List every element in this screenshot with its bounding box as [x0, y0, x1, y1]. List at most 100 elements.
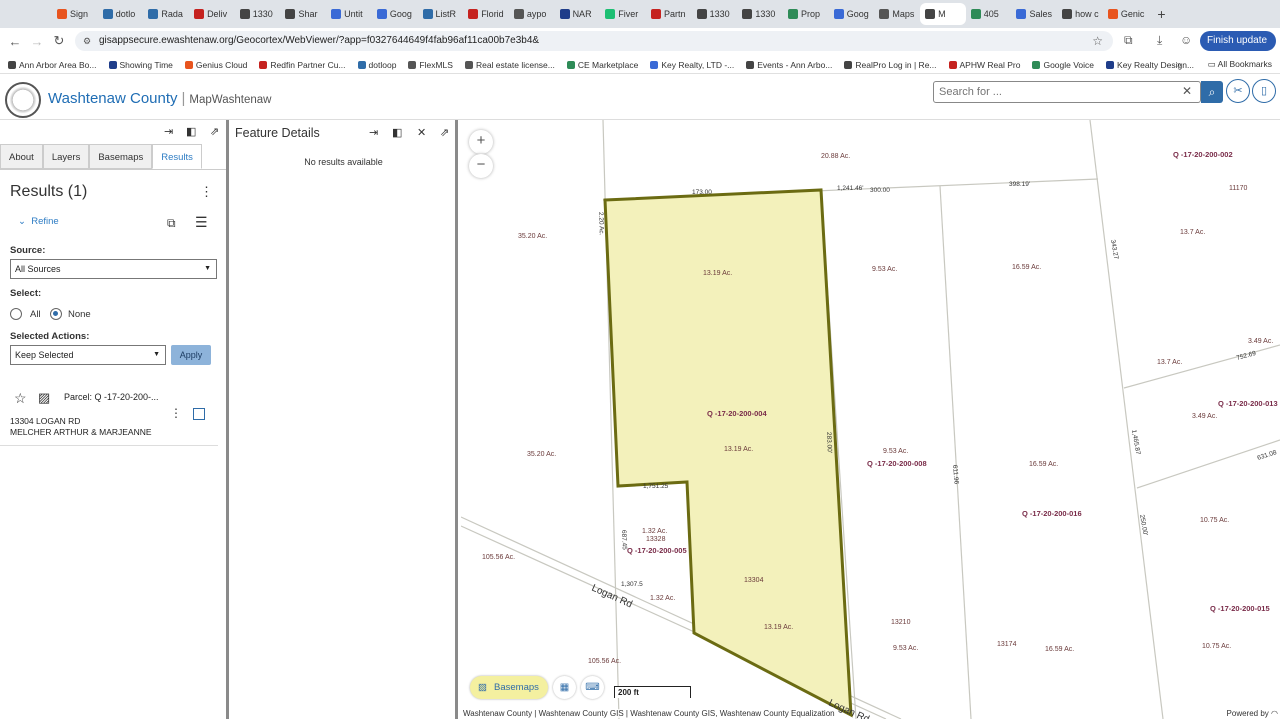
- tab-label: Goog: [846, 9, 869, 19]
- browser-tab[interactable]: 1330: [235, 3, 281, 25]
- browser-tab[interactable]: Deliv: [189, 3, 235, 25]
- bookmark-item[interactable]: Google Voice: [1032, 60, 1094, 70]
- close-icon[interactable]: ✕: [417, 126, 426, 139]
- bookmark-item[interactable]: APHW Real Pro: [948, 60, 1020, 70]
- acreage-label: 16.59 Ac.: [1012, 264, 1041, 271]
- search-button[interactable]: ⌕: [1201, 81, 1223, 103]
- split-view-icon[interactable]: ◧: [186, 125, 196, 138]
- bookmark-item[interactable]: FlexMLS: [408, 60, 453, 70]
- bookmark-item[interactable]: dotloop: [357, 60, 396, 70]
- map-view[interactable]: 20.88 Ac. Q -17-20-200-002 11170 13.7 Ac. 35…: [461, 120, 1280, 719]
- browser-tab[interactable]: Sign: [52, 3, 98, 25]
- select-none-radio[interactable]: [50, 308, 62, 320]
- layers-3d-button[interactable]: ▦: [553, 676, 576, 699]
- bookmark-label: Showing Time: [119, 59, 173, 70]
- result-title[interactable]: Parcel: Q -17-20-200-...: [64, 392, 159, 402]
- acreage-label: 16.59 Ac.: [1045, 646, 1074, 653]
- select-all-radio[interactable]: [10, 308, 22, 320]
- basemaps-button[interactable]: ▨ Basemaps: [470, 676, 548, 699]
- tab-label: Fiver: [618, 9, 639, 19]
- browser-tab[interactable]: ListR: [418, 3, 464, 25]
- dimension-label: 1,307.5: [621, 581, 643, 588]
- browser-tab[interactable]: Florid: [463, 3, 509, 25]
- bookmark-item[interactable]: Key Realty, LTD -...: [650, 60, 734, 70]
- result-checkbox[interactable]: [193, 408, 205, 420]
- browser-tab[interactable]: Untit: [326, 3, 372, 25]
- tab-layers[interactable]: Layers: [42, 144, 90, 169]
- site-info-icon[interactable]: ⚙: [83, 31, 91, 51]
- bookmark-item[interactable]: Genius Cloud: [184, 60, 247, 70]
- bookmark-item[interactable]: Redfin Partner Cu...: [259, 60, 346, 70]
- clear-search-icon[interactable]: ✕: [1182, 84, 1192, 98]
- browser-tab[interactable]: how c: [1057, 3, 1103, 25]
- panel-icon: ▯: [1260, 85, 1268, 97]
- split-view-icon[interactable]: ◧: [392, 126, 402, 139]
- browser-tab[interactable]: NAR: [555, 3, 601, 25]
- tab-basemaps[interactable]: Basemaps: [89, 144, 153, 169]
- tab-about[interactable]: About: [0, 144, 43, 169]
- copy-results-icon[interactable]: ⧉: [167, 216, 176, 231]
- zoom-out-button[interactable]: −: [469, 154, 493, 178]
- bookmark-item[interactable]: CE Marketplace: [566, 60, 638, 70]
- popout-icon[interactable]: ⇗: [210, 125, 219, 138]
- extensions-icon[interactable]: ⧉: [1124, 33, 1133, 48]
- keyboard-button[interactable]: ⌨: [581, 676, 604, 699]
- bookmark-item[interactable]: Showing Time: [108, 59, 173, 70]
- reload-icon[interactable]: ↻: [48, 33, 70, 49]
- download-icon[interactable]: ⤓: [1157, 33, 1162, 48]
- acreage-label: 9.53 Ac.: [872, 266, 897, 273]
- new-tab-button[interactable]: +: [1153, 6, 1171, 22]
- tab-results[interactable]: Results: [152, 144, 202, 169]
- address-bar[interactable]: ⚙ gisappsecure.ewashtenaw.org/Geocortex/…: [75, 31, 1113, 51]
- browser-tab[interactable]: Sales: [1011, 3, 1057, 25]
- result-item[interactable]: ☆ ▨ Parcel: Q -17-20-200-... 13304 LOGAN…: [0, 388, 218, 446]
- bookmark-item[interactable]: RealPro Log in | Re...: [844, 60, 937, 70]
- dock-left-icon[interactable]: ⇥: [164, 125, 173, 138]
- tools-button[interactable]: ✂: [1226, 79, 1250, 103]
- browser-tab[interactable]: Rada: [143, 3, 189, 25]
- menu-button[interactable]: ▯: [1252, 79, 1276, 103]
- result-menu-icon[interactable]: ⋮: [170, 406, 182, 420]
- buildings-icon: ▦: [559, 682, 570, 693]
- browser-tab[interactable]: 405: [966, 3, 1012, 25]
- zoom-in-button[interactable]: +: [469, 130, 493, 154]
- profile-icon[interactable]: ☺: [1180, 33, 1192, 47]
- tab-label: 405: [983, 9, 999, 19]
- browser-tab[interactable]: Shar: [280, 3, 326, 25]
- search-icon: ⌕: [1208, 85, 1216, 99]
- bookmark-item[interactable]: Ann Arbor Area Bo...: [8, 60, 97, 70]
- list-view-icon[interactable]: ☰: [195, 214, 208, 231]
- search-input[interactable]: [933, 81, 1201, 103]
- bookmark-star-icon[interactable]: ☆: [1092, 31, 1103, 51]
- finish-update-button[interactable]: Finish update ⋮: [1200, 31, 1276, 66]
- map-canvas[interactable]: 20.88 Ac. Q -17-20-200-002 11170 13.7 Ac. 35…: [461, 120, 1280, 719]
- tab-label: 1330: [755, 9, 776, 19]
- browser-tab[interactable]: Fiver: [600, 3, 646, 25]
- apply-button[interactable]: Apply: [171, 345, 211, 365]
- results-menu-icon[interactable]: ⋮: [200, 184, 213, 200]
- browser-tab[interactable]: Genic: [1103, 3, 1149, 25]
- back-icon[interactable]: ←: [4, 34, 26, 49]
- browser-tab[interactable]: aypo: [509, 3, 555, 25]
- all-bookmarks[interactable]: ▭ All Bookmarks: [1208, 59, 1272, 70]
- source-select[interactable]: All Sources ▼: [10, 259, 217, 279]
- star-icon[interactable]: ☆: [14, 390, 27, 407]
- bookmark-item[interactable]: Events - Ann Arbo...: [746, 60, 832, 70]
- browser-tab[interactable]: dotlo: [98, 3, 144, 25]
- browser-tab[interactable]: Maps: [874, 3, 920, 25]
- browser-tab[interactable]: Goog: [829, 3, 875, 25]
- popout-icon[interactable]: ⇗: [440, 126, 449, 139]
- browser-tab[interactable]: 1330: [737, 3, 783, 25]
- forward-icon[interactable]: →: [26, 34, 48, 49]
- browser-tab[interactable]: M: [920, 3, 966, 25]
- browser-tab[interactable]: Partn: [646, 3, 692, 25]
- browser-tab[interactable]: 1330: [692, 3, 738, 25]
- dock-left-icon[interactable]: ⇥: [369, 126, 378, 139]
- bookmarks-overflow[interactable]: »: [1177, 59, 1182, 69]
- tab-label: Partn: [663, 9, 686, 19]
- browser-tab[interactable]: Prop: [783, 3, 829, 25]
- browser-tab[interactable]: Goog: [372, 3, 418, 25]
- selected-actions-select[interactable]: Keep Selected ▼: [10, 345, 166, 365]
- bookmark-item[interactable]: Real estate license...: [464, 60, 555, 70]
- refine-toggle[interactable]: ⌄ Refine: [18, 216, 59, 227]
